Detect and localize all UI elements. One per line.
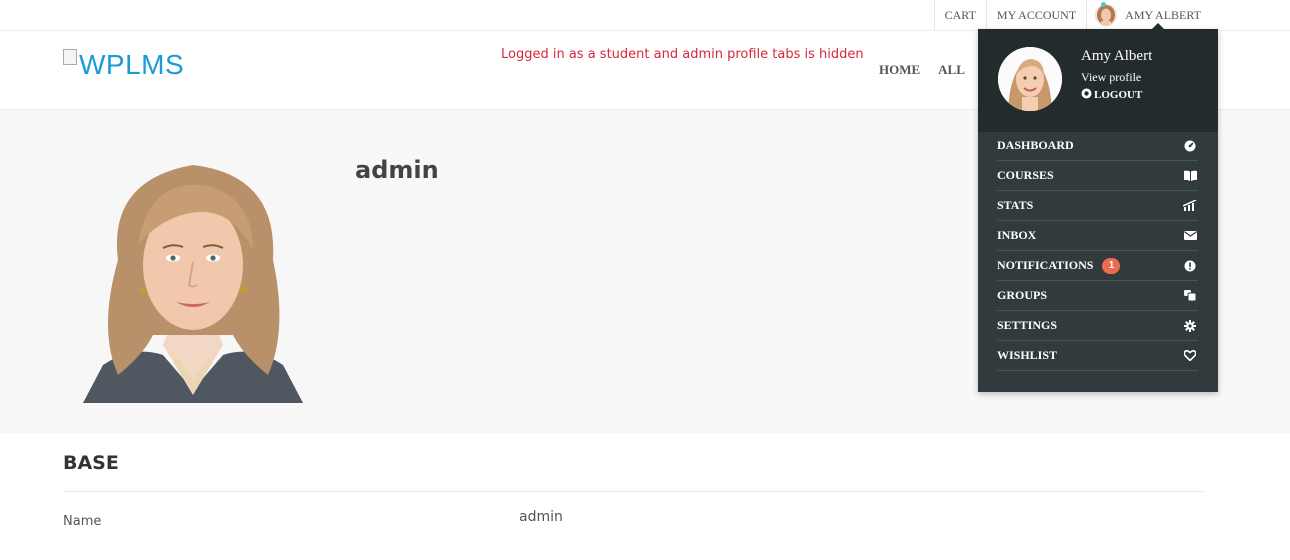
my-account-link[interactable]: MY ACCOUNT: [985, 0, 1086, 30]
base-section-title: BASE: [63, 452, 119, 474]
dropdown-menu-list: DASHBOARD COURSES STATS INBOX NOTIFICATI…: [997, 131, 1198, 371]
dashboard-icon: [1183, 139, 1197, 153]
broken-image-icon: [63, 49, 77, 65]
top-links: CART MY ACCOUNT AMY ALBERT: [933, 0, 1214, 30]
groups-icon: [1183, 289, 1197, 303]
user-name: AMY ALBERT: [1125, 8, 1201, 22]
alert-icon: [1183, 259, 1197, 273]
logo-alt-text: WPLMS: [79, 49, 185, 80]
menu-item-label: WISHLIST: [997, 348, 1058, 362]
stats-icon: [1183, 199, 1197, 213]
user-avatar-small: [1095, 4, 1118, 26]
menu-item-notifications[interactable]: NOTIFICATIONS 1: [997, 251, 1198, 281]
menu-item-stats[interactable]: STATS: [997, 191, 1198, 221]
dropdown-header: Amy Albert View profile LOGOUT: [978, 29, 1218, 132]
dropdown-avatar[interactable]: [998, 47, 1062, 111]
logout-label: LOGOUT: [1094, 89, 1143, 101]
nav-all[interactable]: ALL: [938, 62, 965, 78]
menu-item-label: STATS: [997, 198, 1034, 212]
heart-icon: [1183, 349, 1197, 363]
menu-item-groups[interactable]: GROUPS: [997, 281, 1198, 311]
menu-item-label: NOTIFICATIONS 1: [997, 257, 1121, 274]
section-divider: [63, 491, 1203, 492]
menu-item-label: GROUPS: [997, 288, 1048, 302]
menu-item-label: SETTINGS: [997, 318, 1058, 332]
login-notice: Logged in as a student and admin profile…: [501, 47, 864, 62]
user-dropdown-menu: Amy Albert View profile LOGOUT DASHBOARD…: [978, 23, 1218, 392]
notification-count-badge: 1: [1102, 257, 1121, 274]
menu-item-courses[interactable]: COURSES: [997, 161, 1198, 191]
field-name-label: Name: [63, 514, 102, 529]
menu-item-wishlist[interactable]: WISHLIST: [997, 341, 1198, 371]
power-icon: [1081, 88, 1092, 102]
profile-photo: [63, 140, 323, 403]
online-status-dot: [1101, 2, 1106, 7]
nav-home[interactable]: HOME: [879, 62, 920, 78]
menu-item-inbox[interactable]: INBOX: [997, 221, 1198, 251]
view-profile-link[interactable]: View profile: [1081, 70, 1141, 85]
dropdown-user-name: Amy Albert: [1081, 48, 1153, 64]
menu-item-settings[interactable]: SETTINGS: [997, 311, 1198, 341]
notifications-label: NOTIFICATIONS: [997, 258, 1094, 272]
top-bar: CART MY ACCOUNT AMY ALBERT: [0, 0, 1290, 31]
menu-item-label: DASHBOARD: [997, 138, 1074, 152]
logout-link[interactable]: LOGOUT: [1081, 88, 1142, 102]
field-name-value: admin: [519, 509, 563, 525]
menu-item-dashboard[interactable]: DASHBOARD: [997, 131, 1198, 161]
profile-name: admin: [355, 156, 439, 184]
menu-item-label: INBOX: [997, 228, 1037, 242]
book-icon: [1183, 169, 1197, 183]
menu-item-label: COURSES: [997, 168, 1054, 182]
envelope-icon: [1183, 229, 1197, 243]
main-nav: HOME ALL: [879, 62, 965, 78]
gear-icon: [1183, 319, 1197, 333]
cart-link[interactable]: CART: [933, 0, 986, 30]
site-logo[interactable]: WPLMS: [63, 49, 184, 81]
